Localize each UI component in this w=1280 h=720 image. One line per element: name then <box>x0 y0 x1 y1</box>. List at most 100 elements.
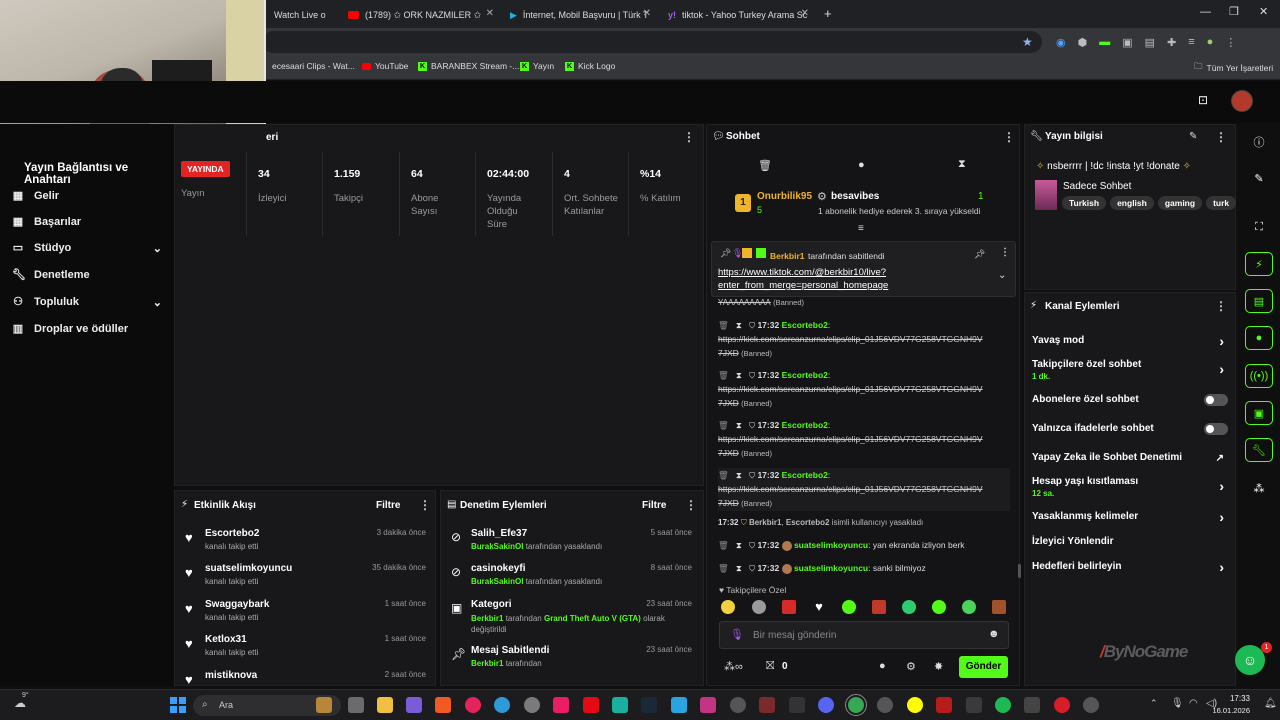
trash-icon[interactable]: 🗑︎ <box>718 420 729 430</box>
community-icon[interactable]: ⁂ <box>1245 476 1273 500</box>
new-tab-button[interactable]: + <box>824 6 832 21</box>
trash-icon[interactable]: 🗑︎ <box>758 159 772 172</box>
windows-start-icon[interactable] <box>170 697 186 713</box>
mod-actor[interactable]: BurakSakinOl <box>471 577 523 586</box>
opera-icon[interactable] <box>1054 697 1070 713</box>
tag-pill[interactable]: gaming <box>1157 196 1203 210</box>
tab-yahoo[interactable]: y! tiktok - Yahoo Turkey Arama Sc ✕ <box>660 4 815 26</box>
hourglass-icon[interactable]: ⧗ <box>958 158 966 171</box>
pinned-by[interactable]: Berkbir1 <box>770 251 805 261</box>
tab-turk-telekom[interactable]: ▶ İnternet, Mobil Başvuru | Türk T ✕ <box>502 4 657 26</box>
epic-games-icon[interactable] <box>789 697 805 713</box>
taskbar-app-icon[interactable] <box>671 697 687 713</box>
maximize-icon[interactable]: ❐ <box>1229 5 1239 18</box>
edit-icon[interactable]: ✎ <box>1245 166 1273 190</box>
spotify-icon[interactable] <box>995 697 1011 713</box>
subscribers-only-toggle[interactable] <box>1204 394 1228 406</box>
filter-button[interactable]: Filtre <box>376 500 400 511</box>
more-options-icon[interactable]: ⋮ <box>1000 247 1010 258</box>
info-icon[interactable]: ⓘ <box>1245 130 1273 154</box>
taskbar-app-icon[interactable] <box>465 697 481 713</box>
stream-key-link[interactable]: Yayın Bağlantısı ve Anahtarı <box>24 162 174 186</box>
hourglass-icon[interactable]: ⧗ <box>736 420 742 430</box>
wrench-icon[interactable]: 🔧︎ <box>1245 438 1273 462</box>
message-input[interactable]: 🎙︎ Bir mesaj gönderin ☻ <box>719 621 1009 649</box>
menu-icon[interactable]: ≡ <box>1188 36 1194 50</box>
close-icon[interactable]: ✕ <box>486 8 494 19</box>
steam-icon[interactable] <box>641 697 657 713</box>
trash-icon[interactable]: 🗑︎ <box>718 320 729 330</box>
camera-icon[interactable]: ⊡ <box>1198 93 1208 107</box>
emote-icon[interactable] <box>721 600 735 614</box>
url-field[interactable] <box>262 31 1042 53</box>
more-options-icon[interactable]: ⋮ <box>419 498 431 512</box>
layout-icon[interactable]: ▣ <box>1245 401 1273 425</box>
emote-icon[interactable] <box>752 600 766 614</box>
emote-only-toggle[interactable] <box>1204 423 1228 435</box>
sidebar-item-studyo[interactable]: ▭ Stüdyo ⌄ <box>12 242 162 255</box>
tab-youtube[interactable]: (1789) ✩ ORK NAZMILER ✩ ✕ <box>340 4 500 26</box>
bookmark-item[interactable]: YouTube <box>362 61 408 71</box>
taskbar-app-icon[interactable] <box>759 697 775 713</box>
gift-box-icon[interactable]: ⛝ <box>766 660 774 673</box>
message-text[interactable]: 7JXD <box>718 448 739 458</box>
category-thumbnail[interactable] <box>1035 180 1057 210</box>
message-user[interactable]: Escortebo2 <box>782 470 828 480</box>
more-icon[interactable]: ⋮ <box>1225 36 1236 50</box>
sidebar-item-basarilar[interactable]: ▦ Başarılar <box>12 216 81 228</box>
taskbar-app-icon[interactable] <box>1024 697 1040 713</box>
gift-user[interactable]: Onurbilik95 <box>757 191 812 202</box>
taskbar-app-icon[interactable] <box>966 697 982 713</box>
edit-icon[interactable]: ✎ <box>1189 131 1197 142</box>
trash-icon[interactable]: 🗑︎ <box>718 470 729 480</box>
extension-icon[interactable]: ◉ <box>1056 36 1066 50</box>
hourglass-icon[interactable]: ⧗ <box>736 370 742 380</box>
unpin-icon[interactable]: 📌︎ <box>974 249 985 260</box>
tray-chevron-icon[interactable]: ⌃ <box>1150 698 1158 709</box>
trash-icon[interactable]: 🗑︎ <box>718 540 729 550</box>
taskbar-app-icon[interactable] <box>316 697 332 713</box>
close-icon[interactable]: ✕ <box>643 8 651 19</box>
extension-icon[interactable]: ▣ <box>1122 36 1132 50</box>
tag-pill[interactable]: english <box>1110 196 1154 210</box>
emote-icon[interactable] <box>782 600 796 614</box>
message-text[interactable]: https://kick.com/sercanzurna/clips/clip_… <box>718 434 983 444</box>
message-text[interactable]: 7JXD <box>718 498 739 508</box>
message-text[interactable]: https://kick.com/sercanzurna/clips/clip_… <box>718 334 983 344</box>
mod-actor[interactable]: Berkbir1 <box>471 614 503 623</box>
mod-category[interactable]: Grand Theft Auto V (GTA) <box>544 614 641 623</box>
infinity-icon[interactable]: ⁂∞ <box>724 660 743 673</box>
emote-icon[interactable] <box>872 600 886 614</box>
extension-icon[interactable]: ▬ <box>1099 36 1110 50</box>
taskbar-app-icon[interactable] <box>1083 697 1099 713</box>
all-bookmarks[interactable]: 🗀 Tüm Yer İşaretleri <box>1194 61 1273 75</box>
message-text[interactable]: https://kick.com/sercanzurna/clips/clip_… <box>718 384 983 394</box>
sidebar-item-droplar[interactable]: ▥ Droplar ve ödüller <box>12 323 128 335</box>
ai-moderation-row[interactable]: Yapay Zeka ile Sohbet Denetimi ↗ <box>1032 452 1228 464</box>
emote-icon[interactable] <box>992 600 1006 614</box>
message-text[interactable]: 7JXD <box>718 398 739 408</box>
tag-pill[interactable]: Turkish <box>1062 196 1107 210</box>
sidebar-item-denetleme[interactable]: 🔧︎ Denetleme <box>12 269 90 281</box>
redirect-viewers-row[interactable]: İzleyici Yönlendir <box>1032 536 1228 547</box>
emote-icon[interactable] <box>932 600 946 614</box>
trash-icon[interactable]: 🗑︎ <box>718 370 729 380</box>
expand-icon[interactable]: ⛶ <box>1245 215 1273 239</box>
gifter-name[interactable]: besavibes <box>831 191 879 202</box>
extension-icon[interactable]: ▤ <box>1145 36 1155 50</box>
account-age-row[interactable]: Hesap yaşı kısıtlaması 12 sa. › <box>1032 476 1228 498</box>
more-options-icon[interactable]: ⋮ <box>683 130 695 144</box>
hourglass-icon[interactable]: ⧗ <box>736 540 742 550</box>
minimize-icon[interactable]: — <box>1200 6 1211 18</box>
gear-icon[interactable]: ⚙ <box>906 660 916 673</box>
bookmark-item[interactable]: K Yayın <box>520 61 554 71</box>
broadcast-icon[interactable]: ((•)) <box>1245 364 1273 388</box>
system-target[interactable]: Escortebo2 <box>786 518 830 527</box>
taskbar-app-icon[interactable] <box>348 697 364 713</box>
chat-scrollbar[interactable] <box>1018 564 1021 578</box>
file-explorer-icon[interactable] <box>377 697 393 713</box>
spark-icon[interactable]: ✸ <box>934 660 943 673</box>
chevron-down-icon[interactable]: ⌄ <box>998 270 1006 281</box>
document-icon[interactable]: ▤ <box>1245 289 1273 313</box>
more-options-icon[interactable]: ⋮ <box>1215 299 1227 313</box>
